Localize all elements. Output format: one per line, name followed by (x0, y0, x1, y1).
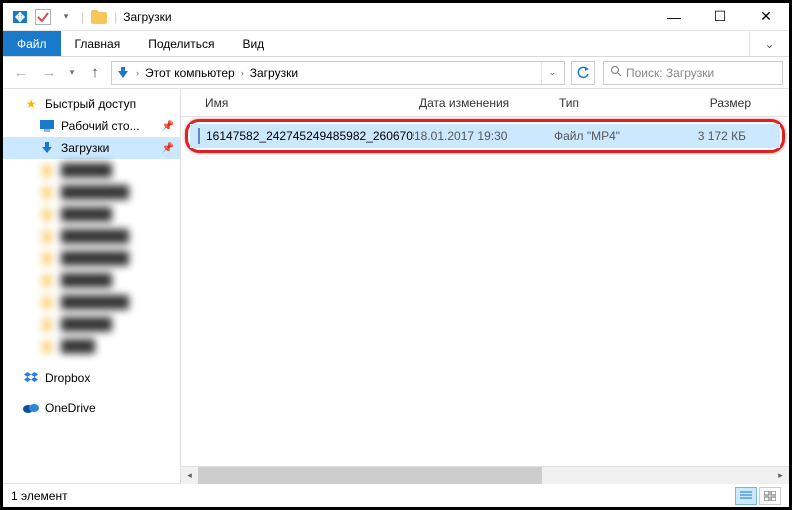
tab-home[interactable]: Главная (61, 31, 135, 56)
column-name[interactable]: Имя (181, 96, 411, 110)
download-arrow-icon (39, 140, 55, 156)
crumb-this-pc[interactable]: Этот компьютер (141, 66, 239, 80)
sidebar-item-downloads[interactable]: Загрузки 📌 (3, 137, 180, 159)
sidebar-item-quick-access[interactable]: ★ Быстрый доступ (3, 93, 180, 115)
ribbon-tabs: Файл Главная Поделиться Вид ⌄ (3, 31, 789, 57)
search-icon (610, 65, 622, 80)
tab-share[interactable]: Поделиться (134, 31, 228, 56)
tab-view[interactable]: Вид (228, 31, 278, 56)
scroll-left-button[interactable]: ◂ (181, 467, 198, 484)
file-size: 3 172 КБ (674, 129, 754, 143)
sidebar-item-label: Быстрый доступ (45, 97, 136, 111)
sidebar-item-label: Загрузки (61, 141, 109, 155)
sidebar-item-label: OneDrive (45, 401, 96, 415)
pin-icon: 📌 (162, 143, 174, 154)
scroll-right-button[interactable]: ▸ (772, 467, 789, 484)
breadcrumb-dropdown-icon[interactable]: ⌄ (541, 62, 562, 84)
column-size[interactable]: Размер (671, 96, 761, 110)
crumb-downloads[interactable]: Загрузки (246, 66, 302, 80)
search-input[interactable]: Поиск: Загрузки (603, 61, 783, 85)
details-view-button[interactable] (735, 487, 757, 505)
checkbox-icon[interactable] (35, 9, 51, 25)
file-date: 18.01.2017 19:30 (414, 129, 554, 143)
star-icon: ★ (23, 96, 39, 112)
address-bar: ← → ▾ ↑ › Этот компьютер › Загрузки ⌄ По… (3, 57, 789, 89)
chevron-right-icon: › (134, 68, 141, 78)
navigation-pane: ★ Быстрый доступ Рабочий сто... 📌 Загруз… (3, 89, 181, 483)
onedrive-icon (23, 400, 39, 416)
scroll-thumb[interactable] (198, 467, 542, 484)
item-count: 1 элемент (11, 489, 68, 503)
horizontal-scrollbar[interactable]: ◂ ▸ (181, 466, 789, 483)
refresh-button[interactable] (571, 61, 595, 85)
window-controls: — ☐ ✕ (651, 3, 789, 31)
sidebar-item-onedrive[interactable]: OneDrive (3, 397, 180, 419)
close-button[interactable]: ✕ (743, 3, 789, 31)
desktop-icon (39, 118, 55, 134)
sidebar-item-label: Dropbox (45, 371, 90, 385)
file-area[interactable]: 16147582_242745249485982_26067053394... … (181, 117, 789, 466)
body-area: ★ Быстрый доступ Рабочий сто... 📌 Загруз… (3, 89, 789, 483)
explorer-window: ▾ | | Загрузки — ☐ ✕ Файл Главная Подели… (0, 0, 792, 510)
file-list-pane: Имя Дата изменения Тип Размер 16147582_2… (181, 89, 789, 483)
sidebar-item-label: Рабочий сто... (61, 119, 140, 133)
titlebar: ▾ | | Загрузки — ☐ ✕ (3, 3, 789, 31)
minimize-button[interactable]: — (651, 3, 697, 31)
ribbon-expand-icon[interactable]: ⌄ (749, 31, 789, 56)
column-type[interactable]: Тип (551, 96, 671, 110)
app-icon (9, 6, 31, 28)
file-type: Файл "MP4" (554, 129, 674, 143)
scroll-track[interactable] (198, 467, 772, 484)
window-title: Загрузки (123, 10, 171, 24)
forward-button[interactable]: → (37, 61, 61, 85)
file-name: 16147582_242745249485982_26067053394... (206, 129, 414, 143)
back-button[interactable]: ← (9, 61, 33, 85)
qat-dropdown-icon[interactable]: ▾ (55, 6, 77, 28)
tab-file[interactable]: Файл (3, 31, 61, 56)
location-icon (114, 64, 132, 82)
history-dropdown-icon[interactable]: ▾ (65, 67, 79, 78)
pin-icon: 📌 (162, 121, 174, 132)
file-row[interactable]: 16147582_242745249485982_26067053394... … (190, 124, 780, 148)
dropbox-icon (23, 370, 39, 386)
maximize-button[interactable]: ☐ (697, 3, 743, 31)
view-toggle (735, 487, 781, 505)
chevron-right-icon: › (239, 68, 246, 78)
thumbnails-view-button[interactable] (759, 487, 781, 505)
column-date[interactable]: Дата изменения (411, 96, 551, 110)
sidebar-item-dropbox[interactable]: Dropbox (3, 367, 180, 389)
breadcrumb[interactable]: › Этот компьютер › Загрузки ⌄ (111, 61, 565, 85)
folder-icon (88, 6, 110, 28)
file-type-icon (198, 128, 200, 144)
search-placeholder: Поиск: Загрузки (626, 66, 714, 80)
column-headers: Имя Дата изменения Тип Размер (181, 89, 789, 117)
sidebar-item-desktop[interactable]: Рабочий сто... 📌 (3, 115, 180, 137)
quick-access-toolbar: ▾ | | (9, 6, 117, 28)
status-bar: 1 элемент (3, 483, 789, 507)
up-button[interactable]: ↑ (83, 61, 107, 85)
sidebar-blurred-group: ▇██████ ▇████████ ▇██████ ▇████████ ▇███… (3, 159, 180, 357)
annotation-highlight: 16147582_242745249485982_26067053394... … (185, 119, 785, 153)
